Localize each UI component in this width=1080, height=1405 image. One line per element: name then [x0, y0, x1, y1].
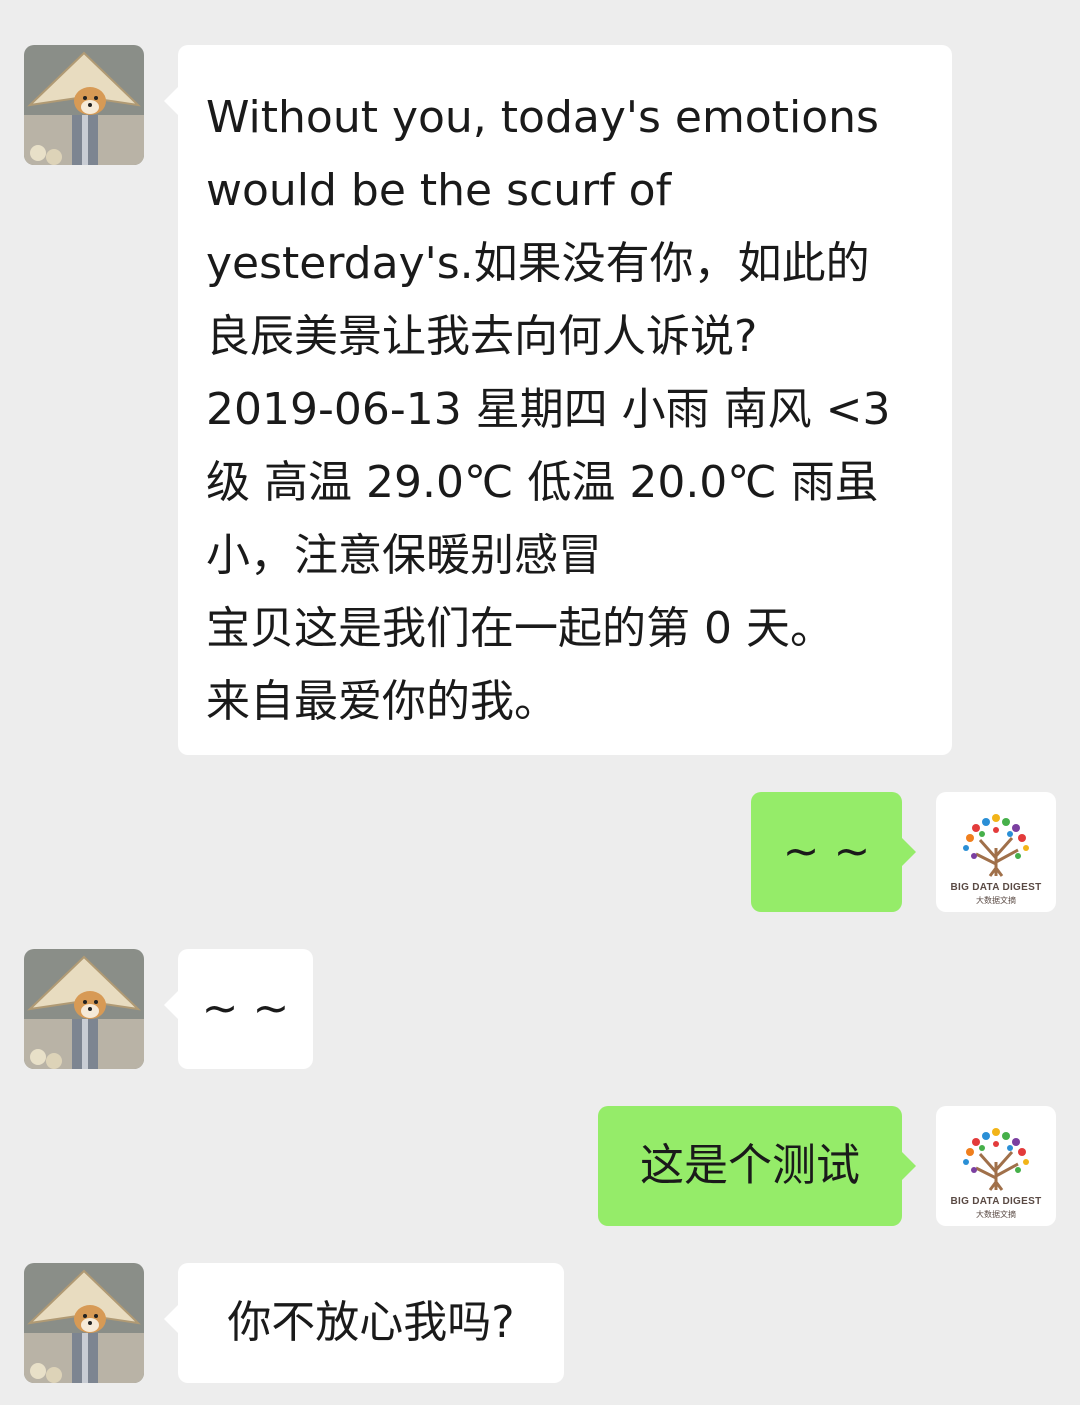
message-text: 这是个测试	[640, 1140, 860, 1191]
message-line: would be the scurf of	[206, 165, 672, 216]
friend-avatar[interactable]	[24, 949, 144, 1069]
logo-subtext: 大数据文摘	[976, 1210, 1016, 1219]
message-bubble-2[interactable]: ~ ~	[751, 792, 916, 912]
friend-avatar[interactable]	[24, 45, 144, 165]
shiba-hat-icon	[24, 45, 144, 165]
message-bubble-5[interactable]: 你不放心我吗?	[164, 1263, 564, 1383]
shiba-hat-icon	[24, 1263, 144, 1383]
my-avatar[interactable]: BIG DATA DIGEST 大数据文摘	[936, 792, 1056, 912]
my-avatar[interactable]: BIG DATA DIGEST 大数据文摘	[936, 1106, 1056, 1226]
message-line: 小，注意保暖别感冒	[206, 530, 602, 581]
message-line: 宝贝这是我们在一起的第 0 天。	[206, 603, 834, 654]
message-bubble-4[interactable]: 这是个测试	[598, 1106, 916, 1226]
message-text: ~ ~	[201, 983, 290, 1034]
logo-subtext: 大数据文摘	[976, 896, 1016, 905]
message-line: Without you, today's emotions	[206, 92, 879, 143]
tree-logo-icon	[963, 814, 1029, 877]
message-bubble-1[interactable]: Without you, today's emotions would be t…	[164, 45, 952, 755]
message-line: 级 高温 29.0℃ 低温 20.0℃ 雨虽	[206, 457, 879, 508]
message-bubble-3[interactable]: ~ ~	[164, 949, 313, 1069]
message-line: 良辰美景让我去向何人诉说?	[206, 311, 758, 362]
friend-avatar[interactable]	[24, 1263, 144, 1383]
message-text: ~ ~	[782, 826, 871, 877]
tree-logo-icon	[963, 1128, 1029, 1191]
shiba-hat-icon	[24, 949, 144, 1069]
message-line: 2019-06-13 星期四 小雨 南风 <3	[206, 384, 891, 435]
logo-text: BIG DATA DIGEST	[950, 1196, 1042, 1207]
message-line: yesterday's.如果没有你，如此的	[206, 238, 870, 289]
logo-text: BIG DATA DIGEST	[950, 882, 1042, 893]
message-text: 你不放心我吗?	[227, 1297, 515, 1348]
message-line: 来自最爱你的我。	[206, 676, 558, 727]
